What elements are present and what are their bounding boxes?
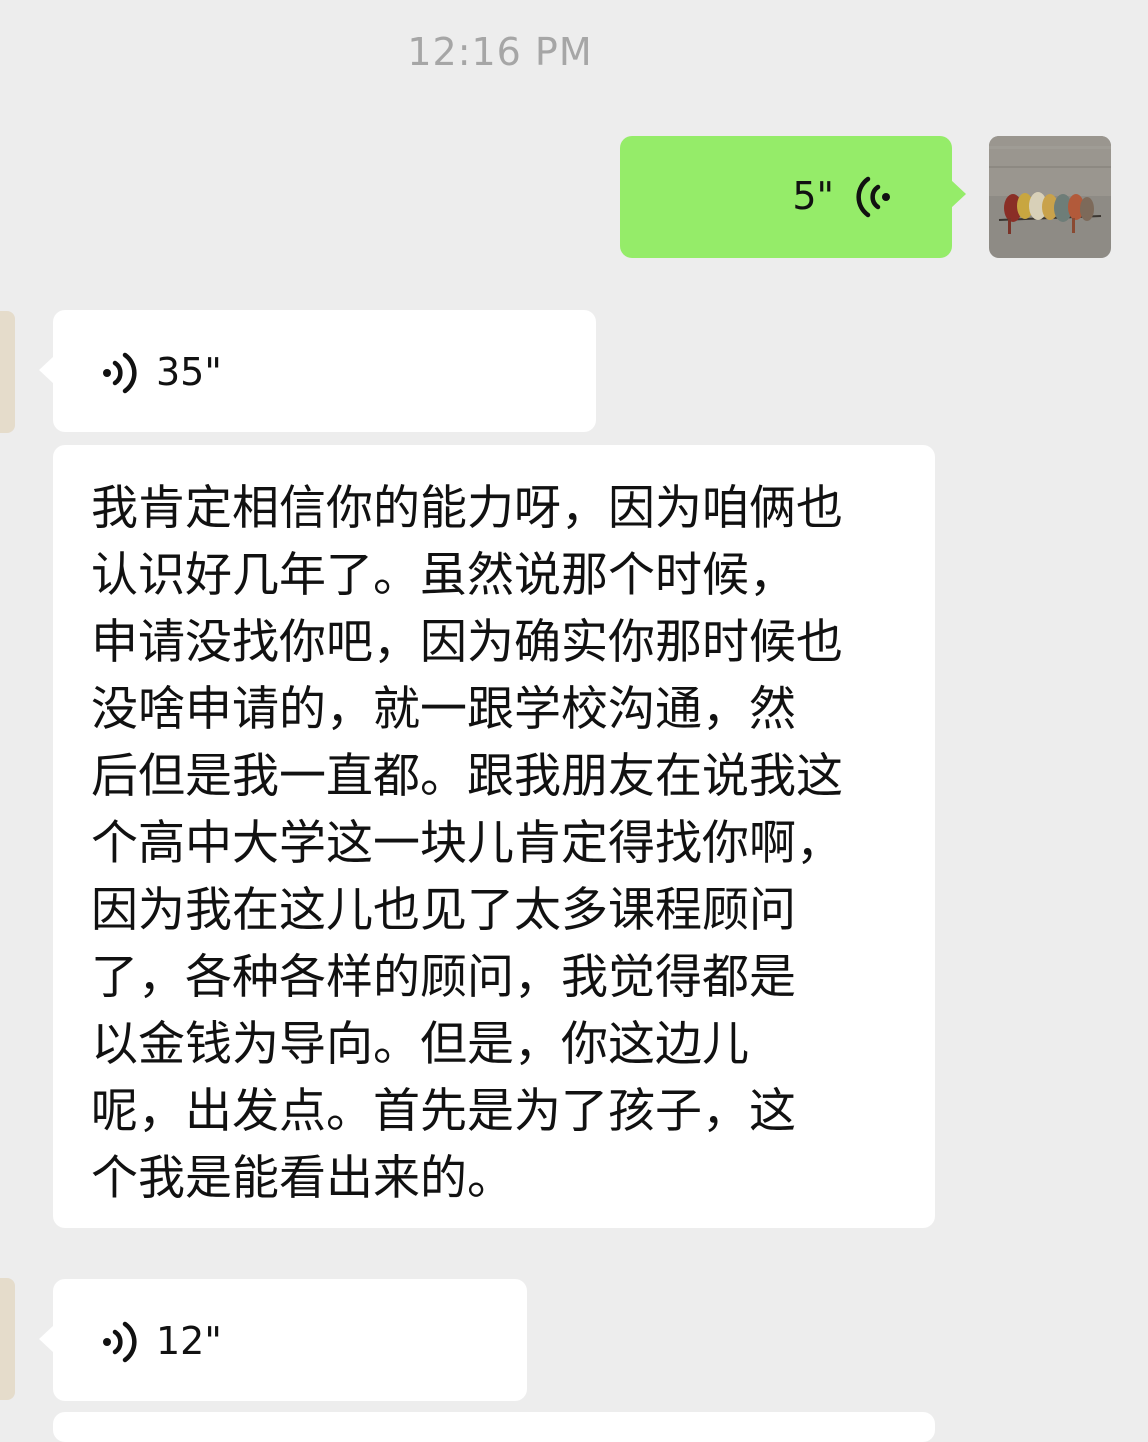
avatar[interactable] <box>989 136 1111 258</box>
message-line: 没啥申请的，就一跟学校沟通，然 <box>91 682 796 737</box>
incoming-message-partial[interactable] <box>53 1412 935 1442</box>
message-line: 呢，出发点。首先是为了孩子，这 <box>91 1084 796 1139</box>
contact-avatar[interactable] <box>0 311 15 433</box>
incoming-text-message[interactable]: 我肯定相信你的能力呀，因为咱俩也 认识好几年了。虽然说那个时候， 申请没找你吧，… <box>53 445 935 1228</box>
voice-wave-icon <box>856 176 890 218</box>
message-line: 后但是我一直都。跟我朋友在说我这 <box>91 749 843 804</box>
message-line: 申请没找你吧，因为确实你那时候也 <box>91 615 843 670</box>
message-line: 了，各种各样的顾问，我觉得都是 <box>91 950 796 1005</box>
voice-duration: 5" <box>792 174 834 218</box>
message-line: 个高中大学这一块儿肯定得找你啊， <box>91 816 843 871</box>
contact-avatar[interactable] <box>0 1278 15 1400</box>
message-line: 我肯定相信你的能力呀，因为咱俩也 <box>91 481 843 536</box>
voice-wave-icon <box>103 352 137 394</box>
voice-duration: 35" <box>156 350 222 394</box>
avatar-birds-image <box>989 136 1111 258</box>
voice-duration: 12" <box>156 1319 222 1363</box>
chat-timestamp: 12:16 PM <box>407 30 593 74</box>
message-line: 因为我在这儿也见了太多课程顾问 <box>91 883 796 938</box>
outgoing-voice-message[interactable]: 5" <box>620 136 966 258</box>
voice-wave-icon <box>103 1321 137 1363</box>
incoming-voice-message[interactable]: 35" <box>39 310 596 432</box>
message-line: 个我是能看出来的。 <box>91 1151 514 1206</box>
message-text: 我肯定相信你的能力呀，因为咱俩也 认识好几年了。虽然说那个时候， 申请没找你吧，… <box>91 475 911 1212</box>
message-line: 认识好几年了。虽然说那个时候， <box>91 548 796 603</box>
incoming-voice-message[interactable]: 12" <box>39 1279 527 1401</box>
message-line: 以金钱为导向。但是，你这边儿 <box>91 1017 749 1072</box>
